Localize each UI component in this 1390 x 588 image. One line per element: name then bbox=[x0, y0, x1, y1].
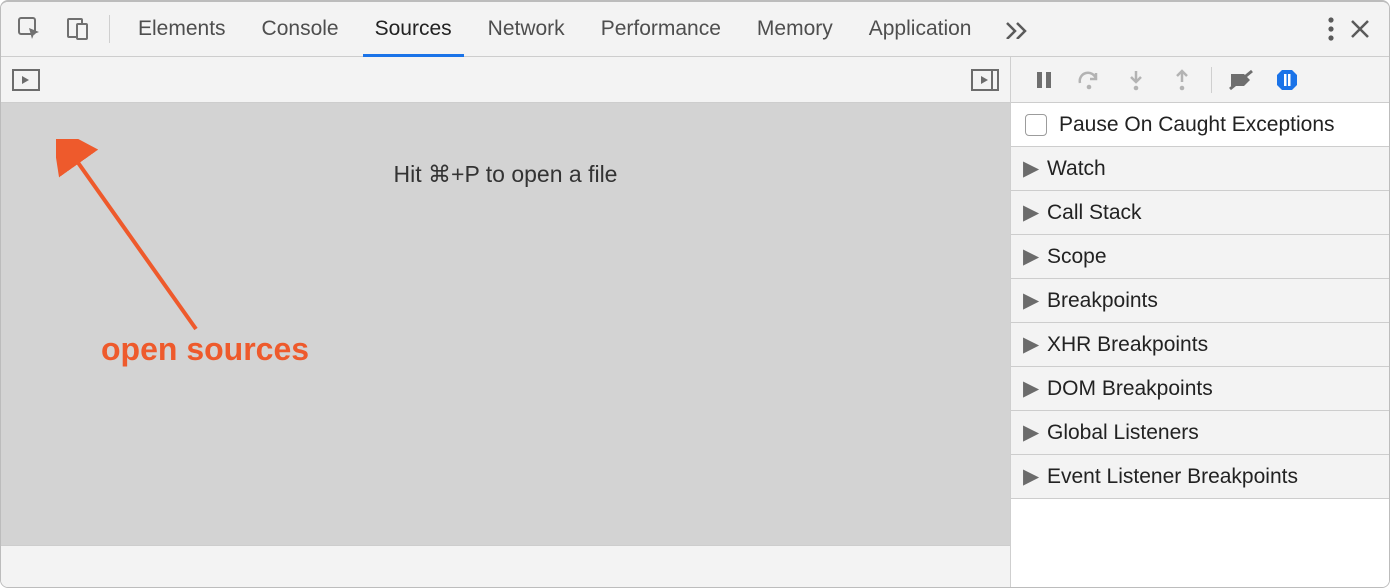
disclosure-triangle-icon: ▶ bbox=[1023, 332, 1039, 357]
annotation-arrow bbox=[56, 139, 246, 349]
debugger-sidebar: Pause On Caught Exceptions ▶ Watch ▶ Cal… bbox=[1011, 57, 1389, 587]
tab-overflow-icon[interactable] bbox=[989, 2, 1043, 56]
step-out-icon[interactable] bbox=[1161, 63, 1203, 97]
devtools-window: Elements Console Sources Network Perform… bbox=[0, 0, 1390, 588]
panel-label: Scope bbox=[1047, 245, 1107, 269]
tab-network[interactable]: Network bbox=[470, 2, 583, 56]
disclosure-triangle-icon: ▶ bbox=[1023, 376, 1039, 401]
disclosure-triangle-icon: ▶ bbox=[1023, 288, 1039, 313]
panel-xhr-breakpoints[interactable]: ▶ XHR Breakpoints bbox=[1011, 323, 1389, 367]
debug-toolbar bbox=[1011, 57, 1389, 103]
panel-label: Global Listeners bbox=[1047, 421, 1199, 445]
panel-label: Event Listener Breakpoints bbox=[1047, 465, 1298, 489]
panel-watch[interactable]: ▶ Watch bbox=[1011, 147, 1389, 191]
disclosure-triangle-icon: ▶ bbox=[1023, 464, 1039, 489]
step-over-icon[interactable] bbox=[1069, 63, 1111, 97]
pause-on-caught-checkbox[interactable] bbox=[1025, 114, 1047, 136]
tab-performance[interactable]: Performance bbox=[583, 2, 739, 56]
tab-list: Elements Console Sources Network Perform… bbox=[120, 2, 1043, 56]
disclosure-triangle-icon: ▶ bbox=[1023, 156, 1039, 181]
sources-pane: Hit ⌘+P to open a file open sources bbox=[1, 57, 1011, 587]
show-debugger-icon[interactable] bbox=[970, 67, 1000, 93]
pause-on-caught-row[interactable]: Pause On Caught Exceptions bbox=[1011, 103, 1389, 147]
sources-body: Hit ⌘+P to open a file open sources bbox=[1, 103, 1010, 545]
panel-breakpoints[interactable]: ▶ Breakpoints bbox=[1011, 279, 1389, 323]
more-options-icon[interactable] bbox=[1327, 16, 1335, 42]
panel-label: XHR Breakpoints bbox=[1047, 333, 1208, 357]
tabstrip-right-controls bbox=[1327, 16, 1381, 42]
sources-subtoolbar bbox=[1, 57, 1010, 103]
deactivate-breakpoints-icon[interactable] bbox=[1220, 63, 1262, 97]
panel-label: Breakpoints bbox=[1047, 289, 1158, 313]
sources-footer bbox=[1, 545, 1010, 587]
pause-on-exceptions-icon[interactable] bbox=[1266, 63, 1308, 97]
panel-global-listeners[interactable]: ▶ Global Listeners bbox=[1011, 411, 1389, 455]
tabstrip: Elements Console Sources Network Perform… bbox=[1, 2, 1389, 57]
panel-event-listener-breakpoints[interactable]: ▶ Event Listener Breakpoints bbox=[1011, 455, 1389, 499]
panel-dom-breakpoints[interactable]: ▶ DOM Breakpoints bbox=[1011, 367, 1389, 411]
panel-scope[interactable]: ▶ Scope bbox=[1011, 235, 1389, 279]
panel-label: Watch bbox=[1047, 157, 1106, 181]
disclosure-triangle-icon: ▶ bbox=[1023, 420, 1039, 445]
tab-memory[interactable]: Memory bbox=[739, 2, 851, 56]
pause-on-caught-label: Pause On Caught Exceptions bbox=[1059, 113, 1335, 137]
tab-elements[interactable]: Elements bbox=[120, 2, 244, 56]
tab-application[interactable]: Application bbox=[851, 2, 990, 56]
separator bbox=[1211, 67, 1212, 93]
panel-label: Call Stack bbox=[1047, 201, 1142, 225]
panel-label: DOM Breakpoints bbox=[1047, 377, 1213, 401]
close-icon[interactable] bbox=[1349, 18, 1371, 40]
device-toolbar-icon[interactable] bbox=[57, 8, 99, 50]
disclosure-triangle-icon: ▶ bbox=[1023, 200, 1039, 225]
tab-sources[interactable]: Sources bbox=[357, 2, 470, 56]
annotation-label: open sources bbox=[101, 331, 309, 368]
show-navigator-icon[interactable] bbox=[11, 67, 41, 93]
content-area: Hit ⌘+P to open a file open sources bbox=[1, 57, 1389, 587]
inspect-element-icon[interactable] bbox=[9, 8, 51, 50]
panel-call-stack[interactable]: ▶ Call Stack bbox=[1011, 191, 1389, 235]
separator bbox=[109, 15, 110, 43]
step-into-icon[interactable] bbox=[1115, 63, 1157, 97]
disclosure-triangle-icon: ▶ bbox=[1023, 244, 1039, 269]
tab-console[interactable]: Console bbox=[244, 2, 357, 56]
open-file-hint: Hit ⌘+P to open a file bbox=[394, 161, 618, 188]
pause-resume-icon[interactable] bbox=[1023, 63, 1065, 97]
